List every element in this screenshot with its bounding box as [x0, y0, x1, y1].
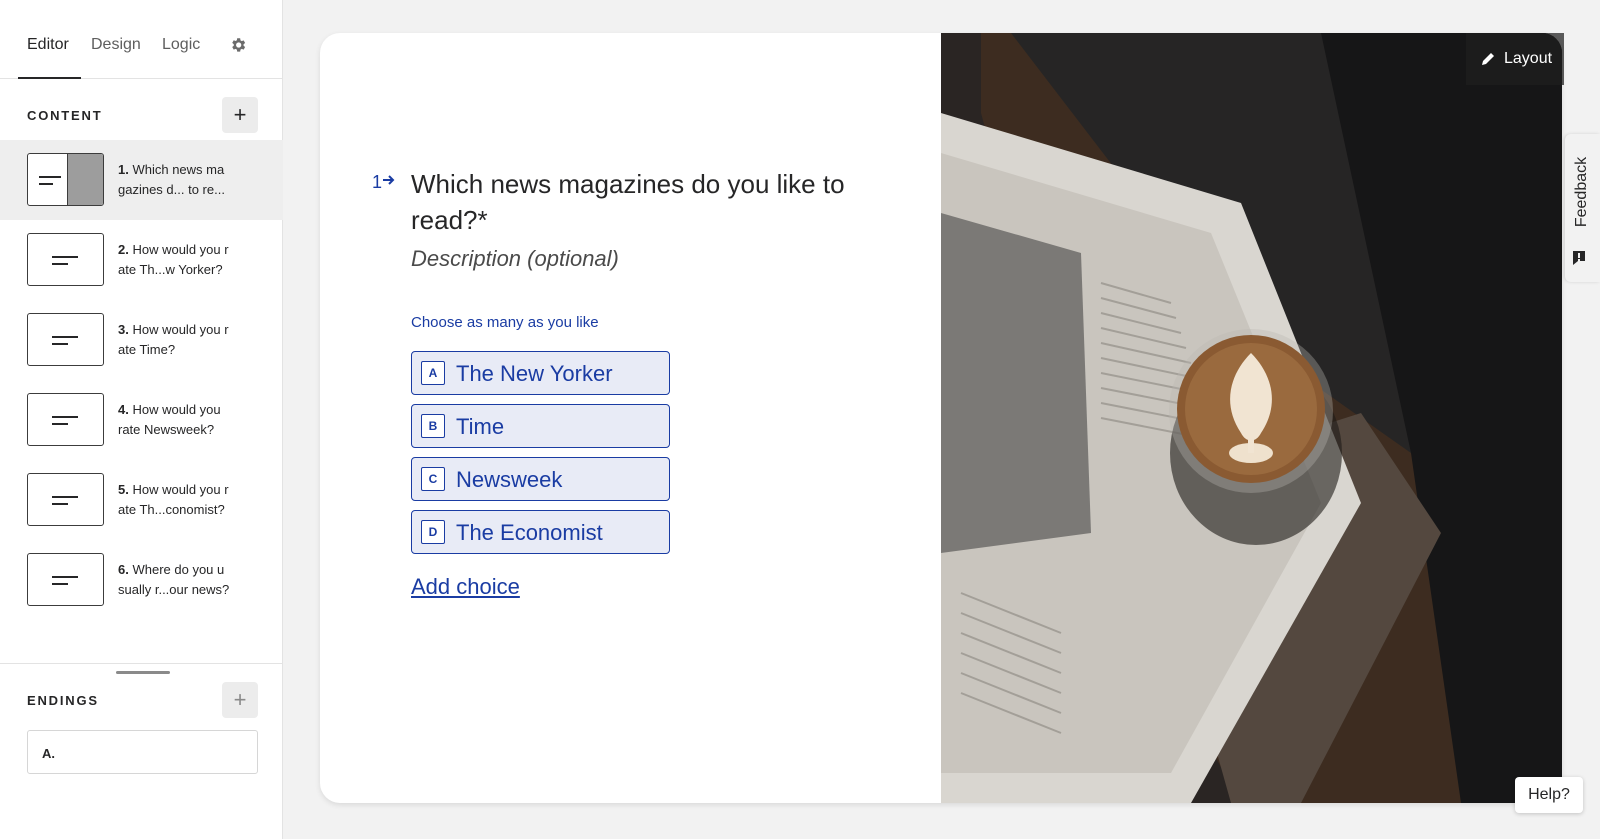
question-list-item-2[interactable]: 2. How would you r ate Th...w Yorker?	[0, 220, 283, 300]
feedback-icon	[1573, 251, 1585, 265]
question-list-item-4[interactable]: 4. How would you rate Newsweek?	[0, 380, 283, 460]
choice-key: B	[421, 414, 445, 438]
question-title[interactable]: Which news magazines do you like to read…	[411, 166, 851, 238]
ending-item[interactable]: A.	[27, 730, 258, 774]
choice-d[interactable]: D The Economist	[411, 510, 670, 554]
choice-label: The New Yorker	[456, 361, 613, 386]
choice-label: Newsweek	[456, 467, 563, 492]
active-tab-indicator	[18, 77, 81, 79]
cover-photo	[941, 33, 1562, 803]
choice-b[interactable]: B Time	[411, 404, 670, 448]
question-thumbnail	[27, 473, 104, 526]
tab-logic[interactable]: Logic	[162, 36, 200, 54]
pencil-icon	[1482, 53, 1494, 65]
add-choice-link[interactable]: Add choice	[411, 574, 520, 600]
layout-button-label: Layout	[1504, 50, 1553, 67]
choice-label: Time	[456, 414, 505, 439]
question-description[interactable]: Description (optional)	[411, 246, 619, 272]
content-heading: CONTENT	[27, 108, 103, 123]
choice-label: The Economist	[456, 520, 603, 545]
arrow-right-icon	[383, 175, 395, 185]
gear-icon[interactable]	[229, 36, 247, 54]
tab-editor[interactable]: Editor	[27, 36, 69, 54]
question-list-item-5[interactable]: 5. How would you r ate Th...conomist?	[0, 460, 283, 540]
choice-key: A	[421, 361, 445, 385]
question-list-label: 3. How would you r ate Time?	[118, 322, 229, 357]
question-list-label: 4. How would you rate Newsweek?	[118, 402, 221, 437]
selection-hint: Choose as many as you like	[411, 314, 599, 331]
choice-key: C	[421, 467, 445, 491]
question-thumbnail	[27, 313, 104, 366]
choice-key: D	[421, 520, 445, 544]
add-ending-button[interactable]: +	[222, 682, 258, 718]
question-list-label: 6. Where do you u sually r...our news?	[118, 562, 230, 597]
question-number: 1	[372, 172, 383, 192]
feedback-label: Feedback	[1573, 156, 1591, 227]
question-thumbnail	[27, 233, 104, 286]
endings-heading: ENDINGS	[27, 693, 99, 708]
choice-a[interactable]: A The New Yorker	[411, 351, 670, 395]
layout-button[interactable]: Layout	[1466, 33, 1564, 85]
choice-c[interactable]: C Newsweek	[411, 457, 670, 501]
question-thumbnail	[27, 553, 104, 606]
add-question-button[interactable]: +	[222, 97, 258, 133]
question-list-item-3[interactable]: 3. How would you r ate Time?	[0, 300, 283, 380]
question-list-label: 2. How would you r ate Th...w Yorker?	[118, 242, 229, 277]
tab-design[interactable]: Design	[91, 36, 141, 54]
panel-divider	[0, 663, 283, 664]
sidebar: Editor Design Logic CONTENT + 1. Which n…	[0, 0, 283, 839]
question-list-label: 1. Which news ma gazines d... to re...	[118, 162, 225, 197]
question-thumbnail	[27, 393, 104, 446]
help-button[interactable]: Help?	[1515, 777, 1583, 813]
coffee-newspaper-image	[941, 33, 1562, 803]
resize-handle[interactable]	[116, 671, 170, 674]
question-thumbnail	[27, 153, 104, 206]
editor-tabs: Editor Design Logic	[0, 0, 283, 79]
question-list-item-6[interactable]: 6. Where do you u sually r...our news?	[0, 540, 283, 620]
question-list-label: 5. How would you r ate Th...conomist?	[118, 482, 229, 517]
feedback-tab[interactable]: Feedback	[1565, 134, 1600, 282]
question-list-item-1[interactable]: 1. Which news ma gazines d... to re...	[0, 140, 283, 220]
